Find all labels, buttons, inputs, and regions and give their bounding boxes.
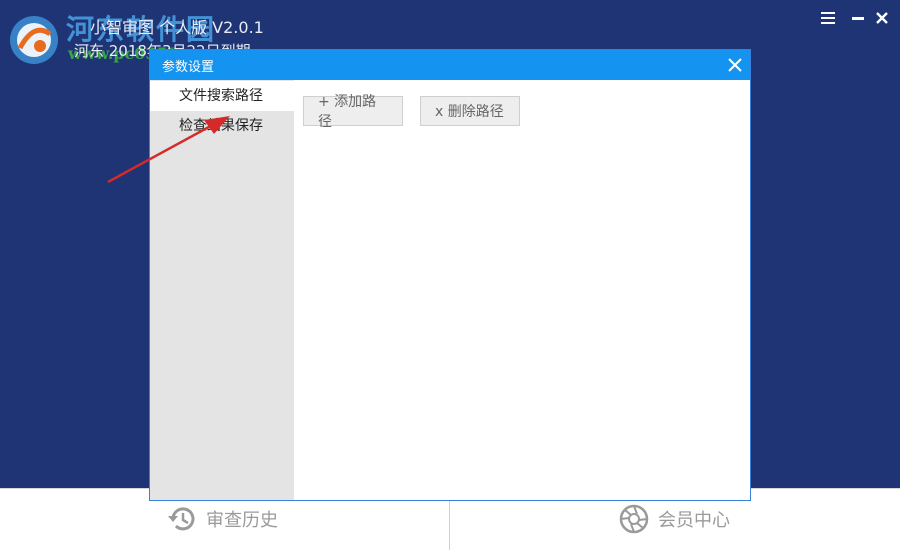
history-icon xyxy=(168,507,195,531)
menu-button[interactable] xyxy=(816,6,840,30)
settings-content: + 添加路径 x 删除路径 xyxy=(294,80,750,500)
close-icon xyxy=(728,58,742,72)
minimize-icon xyxy=(852,17,864,20)
app-title: 小智审图 个人版 V2.0.1 xyxy=(90,18,264,37)
add-path-button[interactable]: + 添加路径 xyxy=(303,94,403,130)
aperture-icon xyxy=(619,504,649,534)
close-app-button[interactable] xyxy=(870,6,894,30)
dialog-title: 参数设置 xyxy=(162,60,215,75)
hamburger-icon xyxy=(821,12,835,24)
member-center-label: 会员中心 xyxy=(658,510,730,531)
history-button[interactable]: 审查历史 xyxy=(166,499,278,539)
delete-path-button[interactable]: x 删除路径 xyxy=(420,96,520,126)
dialog-close-button[interactable] xyxy=(724,54,746,76)
minimize-button[interactable] xyxy=(846,6,870,30)
history-label: 审查历史 xyxy=(206,510,278,531)
bottom-divider xyxy=(449,501,450,550)
close-icon xyxy=(876,12,888,24)
member-center-button[interactable]: 会员中心 xyxy=(618,499,730,539)
watermark-logo-icon xyxy=(10,16,58,64)
sidebar-item-search-path[interactable]: 文件搜索路径 xyxy=(150,81,294,111)
dialog-titlebar[interactable]: 参数设置 xyxy=(150,50,750,80)
settings-dialog: 参数设置 文件搜索路径 检查结果保存 + 添加路径 x 删除路径 xyxy=(150,50,750,500)
settings-sidebar: 文件搜索路径 检查结果保存 xyxy=(150,80,294,500)
sidebar-item-result-save[interactable]: 检查结果保存 xyxy=(150,111,294,141)
